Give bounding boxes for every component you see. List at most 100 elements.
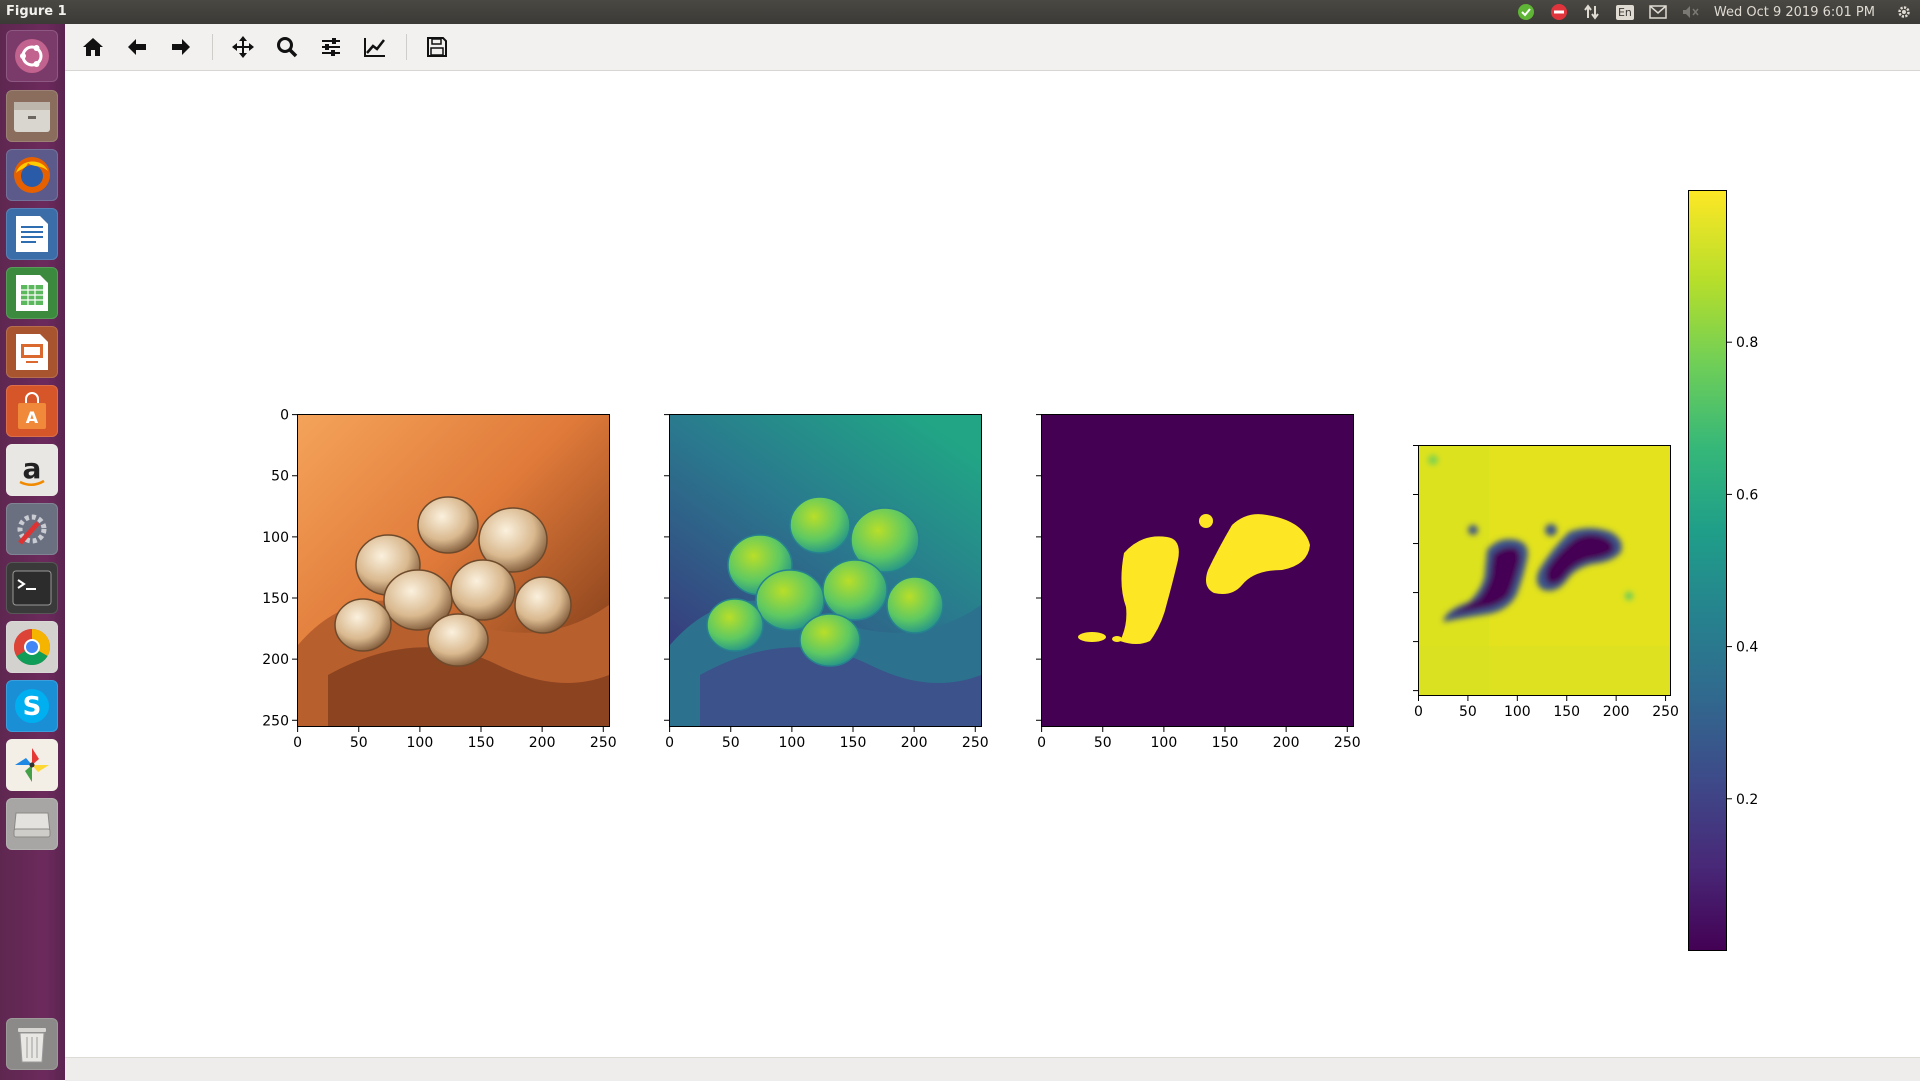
viridis-grayscale-image[interactable] — [669, 414, 982, 727]
x-tick-label: 100 — [1151, 735, 1178, 751]
y-tick-label: 100 — [262, 530, 289, 546]
firefox-button[interactable] — [6, 149, 58, 201]
pinwheel-app-button[interactable] — [6, 739, 58, 791]
x-tick-label: 250 — [590, 735, 617, 751]
keyboard-icon[interactable]: En — [1615, 2, 1635, 22]
x-tick-label: 200 — [1603, 704, 1630, 720]
x-tick-label: 250 — [1334, 735, 1361, 751]
chrome-icon — [13, 629, 51, 666]
disk-drive-button[interactable] — [6, 798, 58, 850]
no-entry-icon[interactable] — [1549, 2, 1569, 22]
colorbar-tick-label: 0.4 — [1736, 640, 1758, 656]
edit-axes-button[interactable] — [358, 30, 392, 64]
skype-button[interactable]: S — [6, 680, 58, 732]
home-icon — [83, 38, 103, 56]
x-tick-label: 250 — [962, 735, 989, 751]
toolbar-separator — [212, 34, 213, 60]
x-tick-label: 50 — [722, 735, 740, 751]
ubuntu-dash-button[interactable] — [6, 30, 58, 82]
arrow-right-icon — [172, 39, 190, 55]
libreoffice-writer-button[interactable] — [6, 208, 58, 260]
forward-button[interactable] — [164, 30, 198, 64]
writer-document-icon — [16, 216, 48, 252]
skype-icon: S — [15, 689, 49, 723]
figure-canvas[interactable]: 0 50 100 150 200 250 0 50 100 150 200 250 0 50 100 150 2… — [65, 71, 1920, 1057]
chrome-button[interactable] — [6, 621, 58, 673]
svg-text:a: a — [23, 452, 42, 485]
amazon-icon: a — [19, 452, 45, 486]
x-tick-label: 0 — [293, 735, 302, 751]
x-tick-label: 100 — [407, 735, 434, 751]
colorbar[interactable] — [1688, 190, 1727, 951]
wrench-gear-icon — [17, 514, 47, 545]
files-icon — [14, 102, 50, 132]
mail-icon[interactable] — [1648, 2, 1668, 22]
probability-map-image[interactable] — [1418, 445, 1671, 696]
system-tray: En Wed Oct 9 2019 6:01 PM — [1516, 2, 1914, 22]
save-button[interactable] — [420, 30, 454, 64]
colorbar-tick-label: 0.2 — [1736, 792, 1758, 808]
colorbar-tick-label: 0.6 — [1736, 487, 1758, 503]
impress-presentation-icon — [16, 334, 48, 370]
status-bar — [65, 1057, 1920, 1081]
keyboard-layout-label: En — [1615, 4, 1634, 20]
svg-text:A: A — [26, 408, 39, 427]
y-tick-label: 150 — [262, 591, 289, 607]
system-settings-button[interactable] — [6, 503, 58, 555]
magnifier-icon — [277, 37, 298, 58]
top-panel: Figure 1 En Wed Oct 9 2019 6:01 PM — [0, 0, 1920, 24]
terminal-button[interactable] — [6, 562, 58, 614]
x-tick-label: 0 — [665, 735, 674, 751]
x-tick-label: 150 — [1212, 735, 1239, 751]
line-chart-icon — [364, 38, 385, 57]
x-tick-label: 200 — [901, 735, 928, 751]
window-title: Figure 1 — [6, 4, 67, 19]
shopping-bag-icon: A — [18, 392, 46, 429]
x-tick-label: 200 — [1273, 735, 1300, 751]
terminal-icon — [12, 570, 52, 606]
pinwheel-icon — [15, 748, 49, 782]
ubuntu-logo-icon — [15, 39, 49, 73]
check-icon[interactable] — [1516, 2, 1536, 22]
launcher: A a S — [0, 24, 65, 1080]
arrow-left-icon — [128, 39, 146, 55]
network-arrows-icon[interactable] — [1582, 2, 1602, 22]
files-button[interactable] — [6, 90, 58, 142]
home-button[interactable] — [76, 30, 110, 64]
x-tick-label: 50 — [1094, 735, 1112, 751]
y-tick-label: 0 — [280, 408, 289, 424]
colorbar-tick-label: 0.8 — [1736, 335, 1758, 351]
zoom-button[interactable] — [270, 30, 304, 64]
x-tick-label: 150 — [468, 735, 495, 751]
back-button[interactable] — [120, 30, 154, 64]
floppy-disk-icon — [427, 37, 447, 57]
calc-spreadsheet-icon — [16, 275, 48, 311]
sliders-icon — [322, 38, 340, 56]
trash-button[interactable] — [6, 1018, 58, 1070]
trash-icon — [18, 1028, 46, 1063]
y-tick-label: 250 — [262, 713, 289, 729]
x-tick-label: 0 — [1414, 704, 1423, 720]
x-tick-label: 100 — [779, 735, 806, 751]
settings-gear-icon[interactable] — [1894, 2, 1914, 22]
svg-text:S: S — [23, 692, 42, 722]
move-arrows-icon — [232, 36, 254, 58]
toolbar-separator — [406, 34, 407, 60]
pan-button[interactable] — [226, 30, 260, 64]
amazon-button[interactable]: a — [6, 444, 58, 496]
libreoffice-impress-button[interactable] — [6, 326, 58, 378]
x-tick-label: 100 — [1504, 704, 1531, 720]
y-tick-label: 50 — [271, 469, 289, 485]
binary-mask-image[interactable] — [1041, 414, 1354, 727]
x-tick-label: 50 — [1459, 704, 1477, 720]
x-tick-label: 50 — [350, 735, 368, 751]
clock[interactable]: Wed Oct 9 2019 6:01 PM — [1714, 5, 1875, 20]
configure-subplots-button[interactable] — [314, 30, 348, 64]
x-tick-label: 250 — [1652, 704, 1679, 720]
x-tick-label: 0 — [1037, 735, 1046, 751]
libreoffice-calc-button[interactable] — [6, 267, 58, 319]
volume-muted-icon[interactable] — [1681, 2, 1701, 22]
x-tick-label: 200 — [529, 735, 556, 751]
ubuntu-software-button[interactable]: A — [6, 385, 58, 437]
rgb-walnut-image[interactable] — [297, 414, 610, 727]
